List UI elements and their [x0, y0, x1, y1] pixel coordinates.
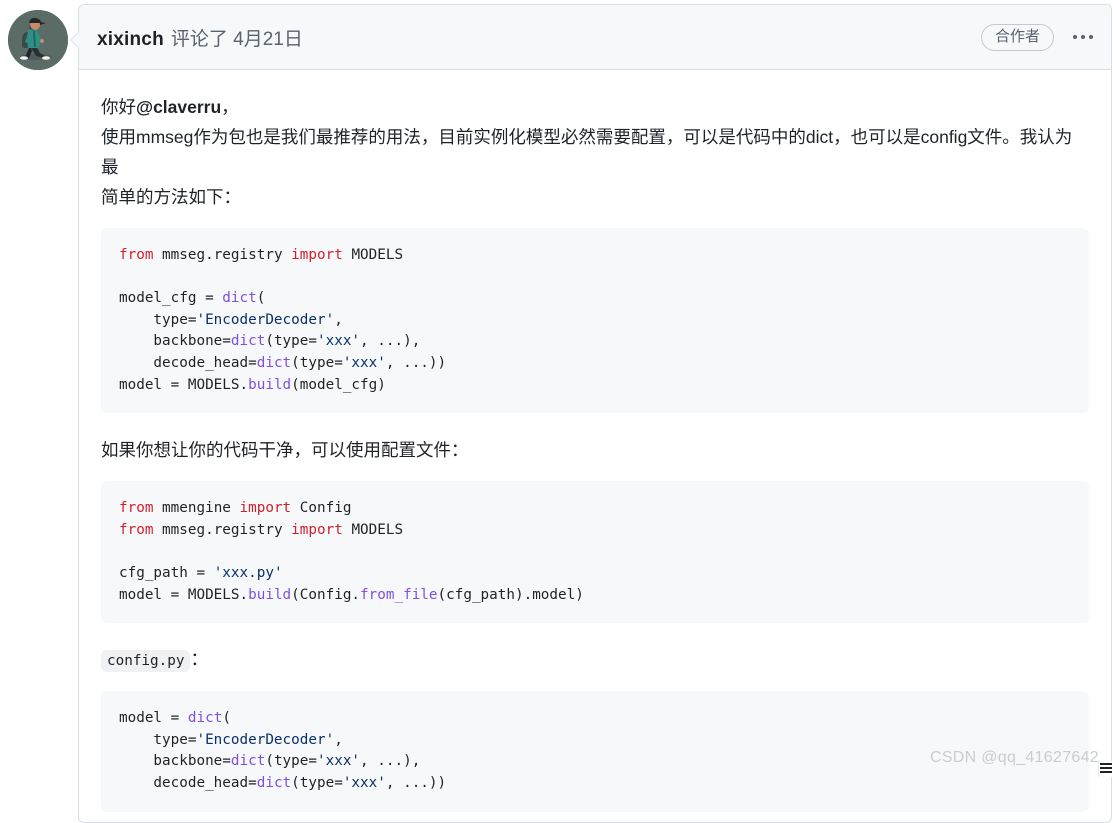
scrollbar-nub[interactable]	[1098, 761, 1113, 777]
code-token-txt: ,	[334, 731, 343, 748]
code-token-txt: (type=	[291, 774, 343, 791]
code-token-txt: (type=	[265, 333, 317, 350]
comment-byline: xixinch 评论了 4月21日	[97, 24, 981, 51]
code-token-txt: Config	[299, 500, 352, 517]
paragraph-line-3: 简单的方法如下：	[101, 187, 241, 207]
code-token-txt: cfg_path =	[119, 564, 214, 581]
comment-author[interactable]: xixinch	[97, 29, 164, 51]
paragraph-inline-config: config.py：	[101, 645, 1089, 675]
code-token-txt: decode_head=	[119, 774, 257, 791]
inline-code-suffix: ：	[190, 649, 208, 670]
collaborator-badge: 合作者	[980, 23, 1054, 51]
code-token-txt: (type=	[265, 753, 317, 770]
code-token-txt: (Config.	[291, 586, 361, 603]
mention-link[interactable]: @claverru	[136, 97, 221, 117]
code-token-kw: import	[239, 500, 300, 517]
code-token-fn: build	[248, 376, 292, 393]
code-token-fn: dict	[230, 333, 266, 350]
scroll-line	[1100, 767, 1112, 769]
code-token-txt: (cfg_path).model)	[437, 586, 584, 603]
code-token-fn: dict	[230, 753, 266, 770]
code-token-txt: type=	[119, 731, 197, 748]
code-token-txt: backbone=	[119, 753, 231, 770]
code-token-txt: model = MODELS.	[119, 586, 249, 603]
code-token-txt: , ...),	[360, 753, 421, 770]
code-token-str: 'xxx'	[317, 333, 361, 350]
code-token-txt: model = MODELS.	[119, 376, 249, 393]
code-token-txt: mmseg.registry	[162, 247, 292, 263]
paragraph-line-2: 使用mmseg作为包也是我们最推荐的用法，目前实例化模型必然需要配置，可以是代码…	[101, 127, 1073, 177]
code-token-fn: dict	[256, 354, 292, 371]
code-token-str: 'xxx'	[317, 753, 361, 770]
code-token-txt: (	[222, 710, 231, 727]
code-token-txt: , ...))	[385, 354, 447, 371]
comment-header: xixinch 评论了 4月21日 合作者	[79, 5, 1111, 70]
comment-timestamp: 评论了 4月21日	[170, 28, 303, 50]
comment-card: xixinch 评论了 4月21日 合作者 你好@claverru， 使用mms…	[70, 4, 1112, 823]
scroll-line	[1100, 771, 1112, 773]
paragraph-intro: 你好@claverru， 使用mmseg作为包也是我们最推荐的用法，目前实例化模…	[101, 92, 1089, 212]
walking-person-icon	[8, 10, 68, 70]
code-token-str: 'xxx'	[342, 774, 386, 791]
kebab-dot	[1089, 35, 1093, 39]
greeting-text: 你好	[101, 97, 136, 117]
code-token-fn: dict	[187, 710, 223, 727]
avatar-image[interactable]	[8, 10, 68, 70]
code-token-txt: (	[256, 290, 266, 307]
code-token-kw: from	[119, 521, 163, 538]
code-token-str: 'EncoderDecoder'	[196, 311, 335, 328]
code-token-kw: from	[119, 247, 163, 263]
kebab-dot	[1081, 35, 1085, 39]
code-token-txt: MODELS	[351, 521, 404, 538]
kebab-menu-icon[interactable]	[1071, 31, 1095, 43]
comment-header-actions: 合作者	[980, 23, 1095, 51]
code-token-str: 'xxx.py'	[213, 564, 283, 581]
code-token-str: 'xxx'	[342, 354, 386, 371]
code-token-fn: from_file	[360, 586, 438, 603]
comment-body: 你好@claverru， 使用mmseg作为包也是我们最推荐的用法，目前实例化模…	[79, 70, 1111, 822]
paragraph-config-hint: 如果你想让你的代码干净，可以使用配置文件：	[101, 440, 469, 461]
code-token-fn: dict	[256, 774, 292, 791]
code-token-txt: , ...),	[360, 333, 421, 350]
code-token-txt: model_cfg =	[119, 290, 223, 307]
code-token-txt: mmengine	[162, 500, 240, 517]
code-token-kw: import	[291, 521, 352, 538]
kebab-dot	[1073, 35, 1077, 39]
code-token-txt: model =	[119, 710, 188, 727]
code-block-1[interactable]: from mmseg.registry import MODELS model_…	[101, 228, 1089, 414]
code-block-2[interactable]: from mmengine import Config from mmseg.r…	[101, 481, 1089, 624]
code-token-txt: (type=	[291, 354, 343, 371]
code-token-fn: dict	[222, 290, 257, 307]
inline-code-config-py: config.py	[101, 650, 191, 673]
code-token-txt: (model_cfg)	[291, 376, 386, 393]
code-token-kw: import	[291, 247, 352, 263]
avatar[interactable]	[8, 10, 68, 70]
code-block-3[interactable]: model = dict( type='EncoderDecoder', bac…	[101, 691, 1089, 812]
code-token-str: 'EncoderDecoder'	[196, 731, 335, 748]
code-token-txt: MODELS	[351, 247, 404, 263]
code-token-txt: mmseg.registry	[162, 521, 292, 538]
code-token-txt: , ...))	[385, 774, 447, 791]
code-token-txt: ,	[334, 311, 343, 328]
greeting-comma: ，	[221, 97, 239, 117]
code-token-txt: decode_head=	[119, 354, 257, 371]
code-token-fn: build	[248, 586, 292, 603]
code-token-txt: backbone=	[119, 333, 231, 350]
code-token-kw: from	[119, 500, 163, 517]
code-token-txt: type=	[119, 311, 197, 328]
bubble-arrow-fill	[71, 32, 79, 48]
scroll-line	[1100, 763, 1112, 765]
